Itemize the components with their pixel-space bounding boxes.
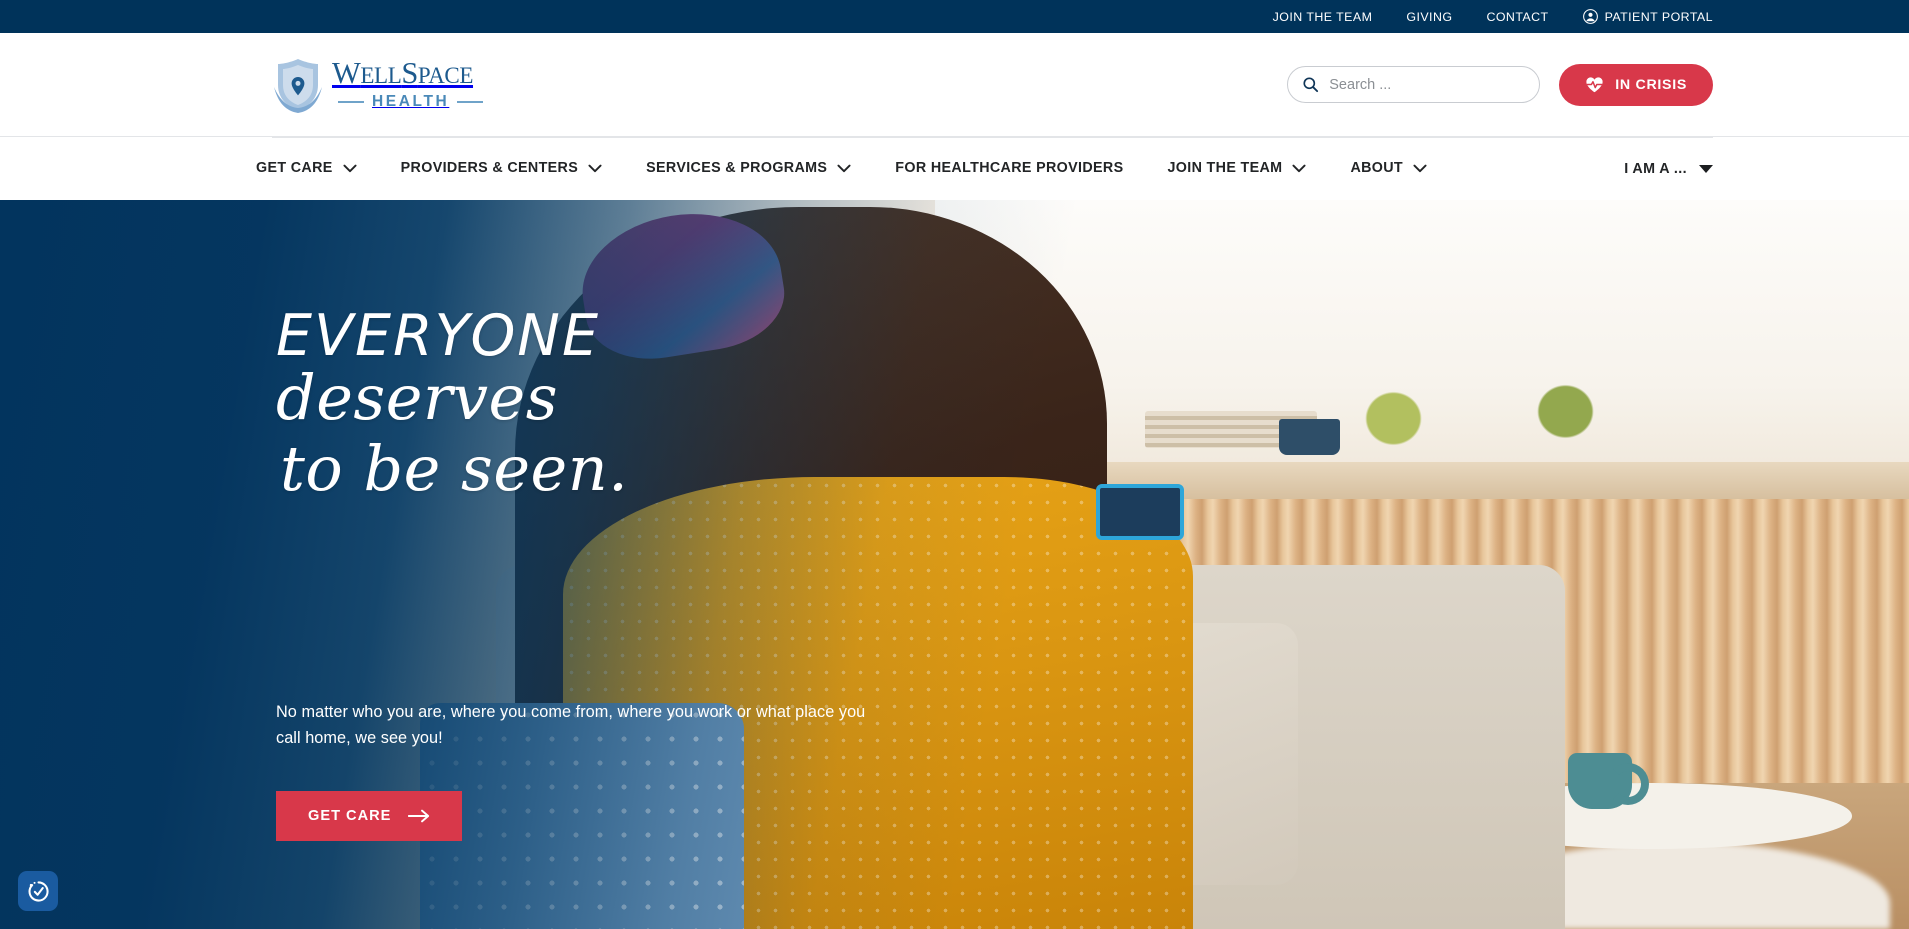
chevron-down-icon <box>1413 164 1427 173</box>
accessibility-icon <box>28 880 49 902</box>
nav-item-label: ABOUT <box>1350 160 1404 177</box>
i-am-a-selector[interactable]: I AM A ... <box>1624 161 1713 177</box>
nav-item-providers-centers[interactable]: PROVIDERS & CENTERS <box>379 159 624 177</box>
topbar-link-label: JOIN THE TEAM <box>1272 9 1373 24</box>
hero-content: EVERYONE deserves to be seen. No matter … <box>0 200 1909 929</box>
topbar-link-contact[interactable]: CONTACT <box>1469 10 1565 24</box>
main-nav: GET CARE PROVIDERS & CENTERS SERVICES & … <box>240 159 1449 177</box>
hero-subtext: No matter who you are, where you come fr… <box>276 703 866 748</box>
arrow-right-icon <box>408 809 430 823</box>
logo-wordmark: WELLSPACE <box>332 56 474 91</box>
search-icon <box>1303 77 1319 93</box>
nav-item-label: SERVICES & PROGRAMS <box>646 160 828 177</box>
logo-subtitle-row: HEALTH <box>332 92 484 111</box>
hero-headline-caps: EVERYONE <box>276 303 600 369</box>
chevron-down-icon <box>1292 164 1306 173</box>
site-header: WELLSPACE HEALTH Search ... IN CRISIS <box>0 33 1909 136</box>
in-crisis-button[interactable]: IN CRISIS <box>1559 63 1713 106</box>
search-box[interactable] <box>1287 66 1541 103</box>
logo-text: WELLSPACE HEALTH <box>332 56 484 111</box>
header-actions: IN CRISIS <box>1287 63 1713 106</box>
get-care-label: GET CARE <box>308 808 392 824</box>
nav-item-about[interactable]: ABOUT <box>1328 159 1449 177</box>
i-am-a-label: I AM A ... <box>1624 160 1687 177</box>
nav-item-label: FOR HEALTHCARE PROVIDERS <box>895 160 1124 177</box>
main-navigation-bar: GET CARE PROVIDERS & CENTERS SERVICES & … <box>0 136 1909 200</box>
user-circle-icon <box>1582 9 1598 24</box>
shield-location-icon <box>274 58 322 113</box>
accessibility-widget-button[interactable] <box>18 871 58 911</box>
topbar-link-patient-portal[interactable]: PATIENT PORTAL <box>1566 9 1713 24</box>
topbar-link-label: PATIENT PORTAL <box>1604 9 1713 24</box>
nav-item-label: GET CARE <box>256 160 333 177</box>
topbar-link-giving[interactable]: GIVING <box>1389 10 1469 24</box>
nav-item-services-programs[interactable]: SERVICES & PROGRAMS <box>624 159 873 177</box>
chevron-down-icon <box>588 164 602 173</box>
utility-topbar: JOIN THE TEAM GIVING CONTACT PATIENT POR… <box>0 0 1909 33</box>
topbar-link-label: CONTACT <box>1486 9 1549 24</box>
logo-subtitle: HEALTH <box>372 92 450 110</box>
logo-rule-right <box>457 100 484 103</box>
nav-item-label: PROVIDERS & CENTERS <box>400 160 579 177</box>
hero-headline: EVERYONE deserves to be seen. <box>276 302 896 501</box>
page-root: JOIN THE TEAM GIVING CONTACT PATIENT POR… <box>0 0 1909 929</box>
nav-item-label: JOIN THE TEAM <box>1167 160 1283 177</box>
topbar-link-label: GIVING <box>1406 9 1453 24</box>
get-care-button[interactable]: GET CARE <box>276 791 463 841</box>
hero-headline-script-1: deserves <box>276 361 559 435</box>
logo-rule-left <box>338 100 364 103</box>
nav-item-join-the-team[interactable]: JOIN THE TEAM <box>1145 159 1328 177</box>
heart-pulse-icon <box>1586 77 1603 93</box>
hero-section: EVERYONE deserves to be seen. No matter … <box>0 200 1909 929</box>
caret-down-icon <box>1699 164 1713 173</box>
site-logo[interactable]: WELLSPACE HEALTH <box>272 56 484 113</box>
chevron-down-icon <box>343 164 357 173</box>
nav-item-for-healthcare-providers[interactable]: FOR HEALTHCARE PROVIDERS <box>873 159 1145 177</box>
chevron-down-icon <box>837 164 851 173</box>
hero-headline-script-2: to be seen. <box>280 431 629 505</box>
topbar-link-join-the-team[interactable]: JOIN THE TEAM <box>1256 10 1390 24</box>
search-input[interactable] <box>1329 76 1526 93</box>
in-crisis-label: IN CRISIS <box>1615 76 1687 93</box>
nav-item-get-care[interactable]: GET CARE <box>240 159 379 177</box>
